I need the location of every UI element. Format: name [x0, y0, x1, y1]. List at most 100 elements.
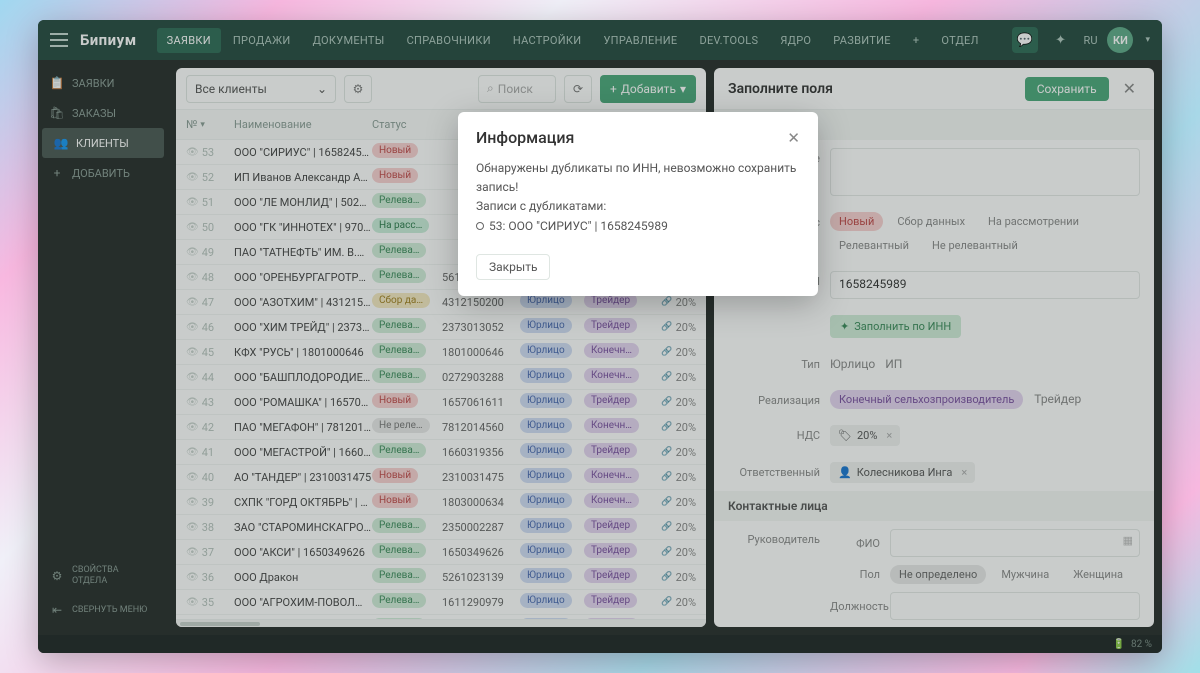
sidebar-label: ЗАКАЗЫ	[72, 107, 116, 120]
status-new[interactable]: Новый	[830, 212, 883, 231]
eye-icon: 👁	[186, 297, 199, 308]
inn-input[interactable]: 1658245989	[830, 271, 1140, 299]
type-ip[interactable]: ИП	[885, 354, 902, 374]
nds-chip[interactable]: 🏷20%×	[830, 425, 900, 446]
pol-m[interactable]: Мужчина	[992, 565, 1058, 584]
status-rass[interactable]: На рассмотрении	[979, 212, 1088, 231]
table-row[interactable]: 👁39СХПК "ГОРД ОКТЯБРЬ" | 1803000634Новый…	[176, 490, 706, 515]
detail-title: Заполните поля	[728, 81, 1015, 97]
search-input[interactable]: ⌕Поиск	[478, 75, 556, 103]
table-row[interactable]: 👁44ООО "БАШПЛОДОРОДИЕ" | 027290З…Релева……	[176, 365, 706, 390]
col-name[interactable]: Наименование	[228, 118, 372, 131]
status-norel[interactable]: Не релевантный	[923, 236, 1027, 255]
table-row[interactable]: 👁36ООО ДраконРелева…5261023139ЮрлицоТрей…	[176, 565, 706, 590]
close-button[interactable]: ✕	[1119, 75, 1140, 102]
label-pol: Пол	[830, 568, 880, 581]
table-row[interactable]: 👁35ООО "АГРОХИМ-ПОВОЛЖЬЕ" | 1611…Релева……	[176, 590, 706, 615]
remove-icon[interactable]: ×	[886, 429, 892, 442]
modal-record[interactable]: 53: ООО "СИРИУС" | 1658245989	[476, 217, 800, 236]
table-row[interactable]: 👁41ООО "МЕГАСТРОЙ" | 1660319356Релева…16…	[176, 440, 706, 465]
remove-icon[interactable]: ×	[961, 466, 967, 479]
topnav-otdel[interactable]: ОТДЕЛ	[931, 28, 988, 53]
eye-icon: 👁	[186, 522, 199, 533]
topnav-add[interactable]: +	[903, 28, 930, 53]
horizontal-scrollbar[interactable]	[176, 619, 706, 627]
field-type: Тип Юрлицо ИП	[714, 346, 1154, 382]
topnav-razvitie[interactable]: РАЗВИТИЕ	[823, 28, 901, 53]
field-nds: НДС 🏷20%×	[714, 417, 1154, 454]
table-row[interactable]: 👁37ООО "АКСИ" | 1650349626Релева…1650349…	[176, 540, 706, 565]
status-rel[interactable]: Релевантный	[830, 236, 918, 255]
col-status[interactable]: Статус	[372, 118, 442, 131]
refresh-button[interactable]: ⟳	[564, 75, 592, 103]
real-tag[interactable]: Конечный сельхозпроизводитель	[830, 390, 1023, 409]
add-label: Добавить	[621, 82, 676, 96]
theme-icon[interactable]: ✦	[1048, 27, 1074, 53]
avatar-caret-icon[interactable]: ▾	[1145, 35, 1150, 45]
sidebar-add[interactable]: +ДОБАВИТЬ	[38, 158, 168, 188]
modal-title-row: Информация ✕	[476, 128, 800, 147]
save-button[interactable]: Сохранить	[1025, 77, 1109, 101]
list-toolbar: Все клиенты⌄ ⚙ ⌕Поиск ⟳ + Добавить ▾	[176, 68, 706, 110]
link-icon: 🔗	[661, 422, 672, 432]
status-sbor[interactable]: Сбор данных	[888, 212, 974, 231]
table-row[interactable]: 👁45КФХ "РУСЬ" | 1801000646Релева…1801000…	[176, 340, 706, 365]
label-real: Реализация	[728, 390, 820, 407]
table-row[interactable]: 👁43ООО "РОМАШКА" | 1657061611Новый165706…	[176, 390, 706, 415]
table-row[interactable]: 👁40АО "ТАНДЕР" | 2310031475Новый23100314…	[176, 465, 706, 490]
resp-chip[interactable]: 👤Колесникова Инга×	[830, 462, 975, 483]
sidebar-label: ДОБАВИТЬ	[72, 167, 130, 180]
topnav-yadro[interactable]: ЯДРО	[770, 28, 821, 53]
field-ruk: Руководитель ФИО▦ Пол Не определено Мужч…	[714, 521, 1154, 627]
topnav-devtools[interactable]: DEV.TOOLS	[689, 28, 768, 53]
topnav-spravochniki[interactable]: СПРАВОЧНИКИ	[397, 28, 501, 53]
sidebar-klienty[interactable]: 👥КЛИЕНТЫ	[42, 128, 164, 158]
modal-close-button[interactable]: Закрыть	[476, 254, 550, 280]
sidebar-zayavki[interactable]: 📋ЗАЯВКИ	[38, 68, 168, 98]
modal-close-icon[interactable]: ✕	[787, 129, 800, 147]
chevron-down-icon: ▾	[680, 82, 686, 96]
modal-title: Информация	[476, 128, 574, 147]
topnav-upravlenie[interactable]: УПРАВЛЕНИЕ	[593, 28, 687, 53]
user-avatar[interactable]: КИ	[1107, 27, 1133, 53]
col-num[interactable]: №▾	[186, 118, 228, 131]
eye-icon: 👁	[186, 172, 199, 183]
menu-toggle-icon[interactable]	[50, 33, 68, 47]
info-modal: Информация ✕ Обнаружены дубликаты по ИНН…	[458, 112, 818, 296]
sidebar-bottom: ⚙СВОЙСТВА ОТДЕЛА ⇤СВЕРНУТЬ МЕНЮ	[38, 557, 168, 635]
topnav-zayavki[interactable]: ЗАЯВКИ	[157, 28, 221, 53]
lang-switch[interactable]: RU	[1084, 34, 1098, 47]
table-row[interactable]: 👁38ЗАО "СТАРОМИНСКАГРОПРОМХИМИ…Релева…23…	[176, 515, 706, 540]
fill-by-inn-button[interactable]: ✦Заполнить по ИНН	[830, 315, 961, 338]
sidebar-props[interactable]: ⚙СВОЙСТВА ОТДЕЛА	[38, 557, 168, 595]
plus-icon: +	[610, 82, 617, 96]
logo: Бипиум	[80, 31, 137, 49]
fio-input[interactable]: ▦	[890, 529, 1140, 557]
wand-icon: ✦	[840, 320, 849, 333]
pol-undef[interactable]: Не определено	[890, 565, 986, 584]
table-row[interactable]: 👁42ПАО "МЕГАФОН" | 7812014560Не реле…781…	[176, 415, 706, 440]
topright: 💬 ✦ RU КИ ▾	[1012, 27, 1150, 53]
dol-input[interactable]	[890, 592, 1140, 620]
filter-settings-button[interactable]: ⚙	[344, 75, 372, 103]
add-button[interactable]: + Добавить ▾	[600, 75, 696, 103]
sidebar-collapse[interactable]: ⇤СВЕРНУТЬ МЕНЮ	[38, 595, 168, 625]
label-nds: НДС	[728, 425, 820, 442]
label-type: Тип	[728, 354, 820, 371]
pol-f[interactable]: Женщина	[1064, 565, 1132, 584]
sidebar-label: КЛИЕНТЫ	[76, 137, 129, 150]
topnav-nastroiki[interactable]: НАСТРОЙКИ	[503, 28, 592, 53]
sidebar-zakazy[interactable]: 🛍ЗАКАЗЫ	[38, 98, 168, 128]
real-plain[interactable]: Трейдер	[1034, 392, 1081, 406]
label-dol: Должность	[830, 600, 880, 613]
label-ruk: Руководитель	[728, 529, 820, 546]
filter-dropdown[interactable]: Все клиенты⌄	[186, 75, 336, 103]
topnav-dokumenty[interactable]: ДОКУМЕНТЫ	[303, 28, 395, 53]
topbar: Бипиум ЗАЯВКИ ПРОДАЖИ ДОКУМЕНТЫ СПРАВОЧН…	[38, 20, 1162, 60]
chat-icon[interactable]: 💬	[1012, 27, 1038, 53]
name-input[interactable]	[830, 148, 1140, 196]
table-row[interactable]: 👁46ООО "ХИМ ТРЕЙД" | 2373013052Релева…23…	[176, 315, 706, 340]
eye-icon: 👁	[186, 472, 199, 483]
type-yurlico[interactable]: Юрлицо	[830, 354, 875, 374]
topnav-prodazhi[interactable]: ПРОДАЖИ	[223, 28, 301, 53]
